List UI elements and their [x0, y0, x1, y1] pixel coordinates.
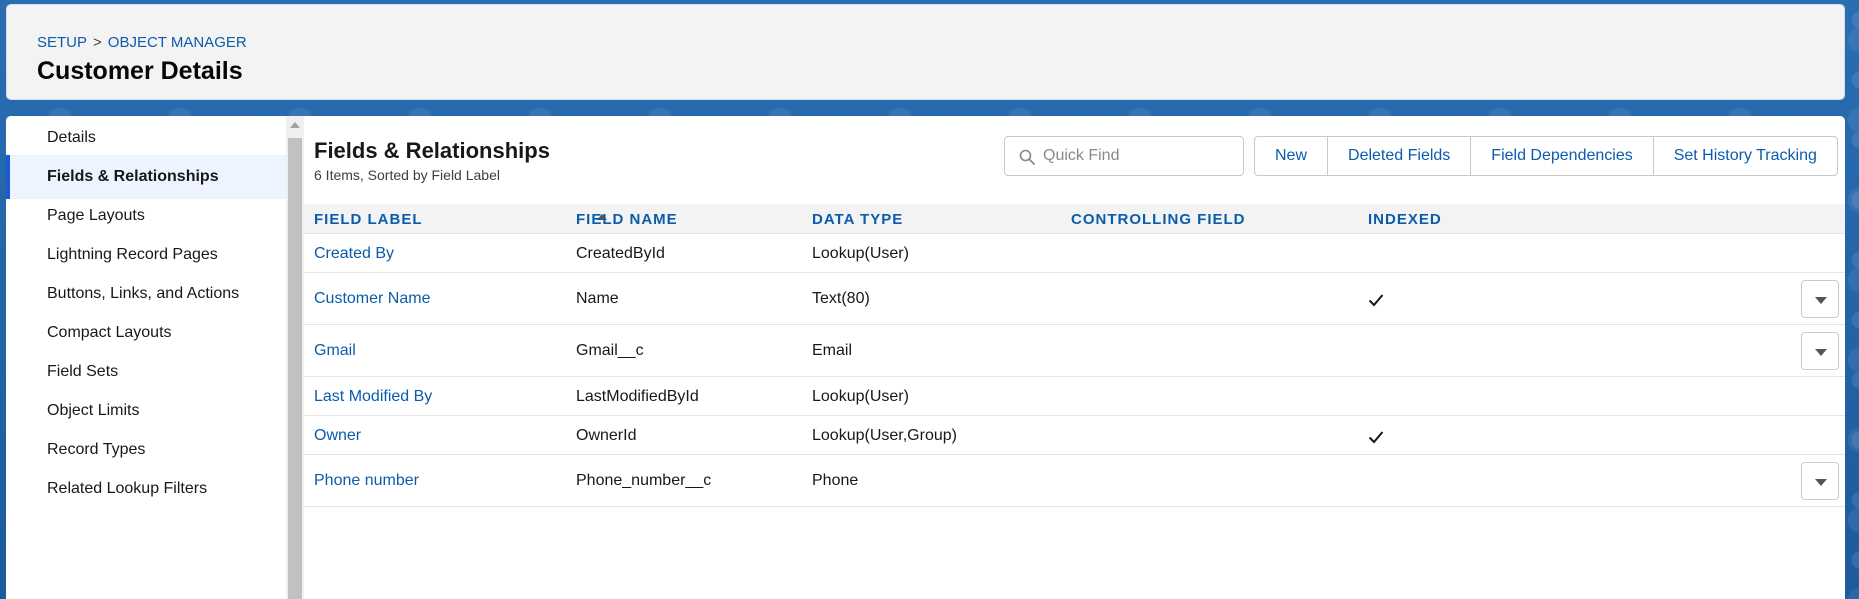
row-actions-menu-button[interactable] [1801, 280, 1839, 318]
toolbar-button-group: New Deleted Fields Field Dependencies Se… [1254, 136, 1838, 176]
sidebar-item-lightning-record-pages[interactable]: Lightning Record Pages [6, 233, 286, 277]
quick-find-input[interactable] [1043, 145, 1238, 167]
sidebar-item-details[interactable]: Details [6, 116, 286, 160]
sidebar-item-related-lookup-filters[interactable]: Related Lookup Filters [6, 467, 286, 511]
sidebar-item-buttons-links-actions[interactable]: Buttons, Links, and Actions [6, 272, 286, 316]
field-name-cell: OwnerId [576, 427, 637, 444]
breadcrumb-object-manager-link[interactable]: OBJECT MANAGER [108, 34, 247, 51]
chevron-down-icon [1815, 297, 1827, 304]
indexed-check-icon [1368, 294, 1384, 307]
sidebar-item-fields-relationships[interactable]: Fields & Relationships [6, 155, 286, 199]
table-header: FIELD LABEL FIELD NAME DATA TYPE CONTROL… [304, 204, 1845, 234]
column-header-controlling-field[interactable]: CONTROLLING FIELD [1071, 211, 1246, 228]
field-name-cell: Gmail__c [576, 342, 644, 359]
breadcrumb-setup-link[interactable]: SETUP [37, 34, 87, 51]
field-label-link[interactable]: Last Modified By [314, 388, 432, 406]
table-row: Customer Name Name Text(80) [304, 274, 1845, 325]
field-label-link[interactable]: Customer Name [314, 290, 430, 308]
sidebar-scrollbar[interactable] [286, 116, 304, 599]
deleted-fields-button[interactable]: Deleted Fields [1327, 137, 1470, 175]
scroll-up-arrow-icon[interactable] [290, 122, 300, 128]
chevron-down-icon [1815, 349, 1827, 356]
section-subtitle: 6 Items, Sorted by Field Label [314, 167, 500, 183]
page-title: Customer Details [37, 57, 243, 85]
data-type-cell: Email [812, 342, 853, 359]
row-actions-menu-button[interactable] [1801, 332, 1839, 370]
data-type-cell: Lookup(User,Group) [812, 427, 957, 444]
data-type-cell: Phone [812, 472, 859, 489]
set-history-tracking-button[interactable]: Set History Tracking [1652, 137, 1837, 175]
column-header-data-type[interactable]: DATA TYPE [812, 211, 903, 228]
field-label-link[interactable]: Created By [314, 245, 394, 263]
data-type-cell: Lookup(User) [812, 388, 909, 405]
table-row: Phone number Phone_number__c Phone [304, 456, 1845, 507]
table-row: Owner OwnerId Lookup(User,Group) [304, 417, 1845, 455]
field-name-cell: Name [576, 290, 619, 307]
sidebar-item-object-limits[interactable]: Object Limits [6, 389, 286, 433]
row-actions-menu-button[interactable] [1801, 462, 1839, 500]
field-label-link[interactable]: Owner [314, 427, 361, 445]
indexed-check-icon [1368, 431, 1384, 444]
field-name-cell: Phone_number__c [576, 472, 712, 489]
table-row: Last Modified By LastModifiedById Lookup… [304, 378, 1845, 416]
field-dependencies-button[interactable]: Field Dependencies [1470, 137, 1652, 175]
data-type-cell: Text(80) [812, 290, 870, 307]
scroll-thumb[interactable] [288, 138, 302, 599]
sidebar-item-field-sets[interactable]: Field Sets [6, 350, 286, 394]
page-header: SETUP > OBJECT MANAGER Customer Details [6, 4, 1845, 100]
chevron-down-icon [1815, 479, 1827, 486]
breadcrumb-separator: > [93, 34, 102, 51]
section-title: Fields & Relationships [314, 138, 550, 163]
column-header-field-name[interactable]: FIELD NAME [576, 211, 678, 228]
sidebar-item-compact-layouts[interactable]: Compact Layouts [6, 311, 286, 355]
field-label-link[interactable]: Phone number [314, 472, 419, 490]
field-name-cell: LastModifiedById [576, 388, 699, 405]
sidebar: Details Fields & Relationships Page Layo… [6, 116, 286, 599]
field-label-link[interactable]: Gmail [314, 342, 356, 360]
fields-content: Fields & Relationships 6 Items, Sorted b… [304, 116, 1845, 599]
search-icon [1019, 149, 1035, 165]
main-panel: Details Fields & Relationships Page Layo… [6, 116, 1845, 599]
new-button[interactable]: New [1255, 137, 1327, 175]
table-row: Gmail Gmail__c Email [304, 326, 1845, 377]
sidebar-item-record-types[interactable]: Record Types [6, 428, 286, 472]
field-name-cell: CreatedById [576, 245, 665, 262]
table-row: Created By CreatedById Lookup(User) [304, 235, 1845, 273]
quick-find-box[interactable] [1004, 136, 1244, 176]
column-header-indexed[interactable]: INDEXED [1368, 211, 1442, 228]
data-type-cell: Lookup(User) [812, 245, 909, 262]
column-header-field-label[interactable]: FIELD LABEL [314, 211, 423, 228]
sidebar-item-page-layouts[interactable]: Page Layouts [6, 194, 286, 238]
breadcrumb: SETUP > OBJECT MANAGER [37, 34, 247, 51]
